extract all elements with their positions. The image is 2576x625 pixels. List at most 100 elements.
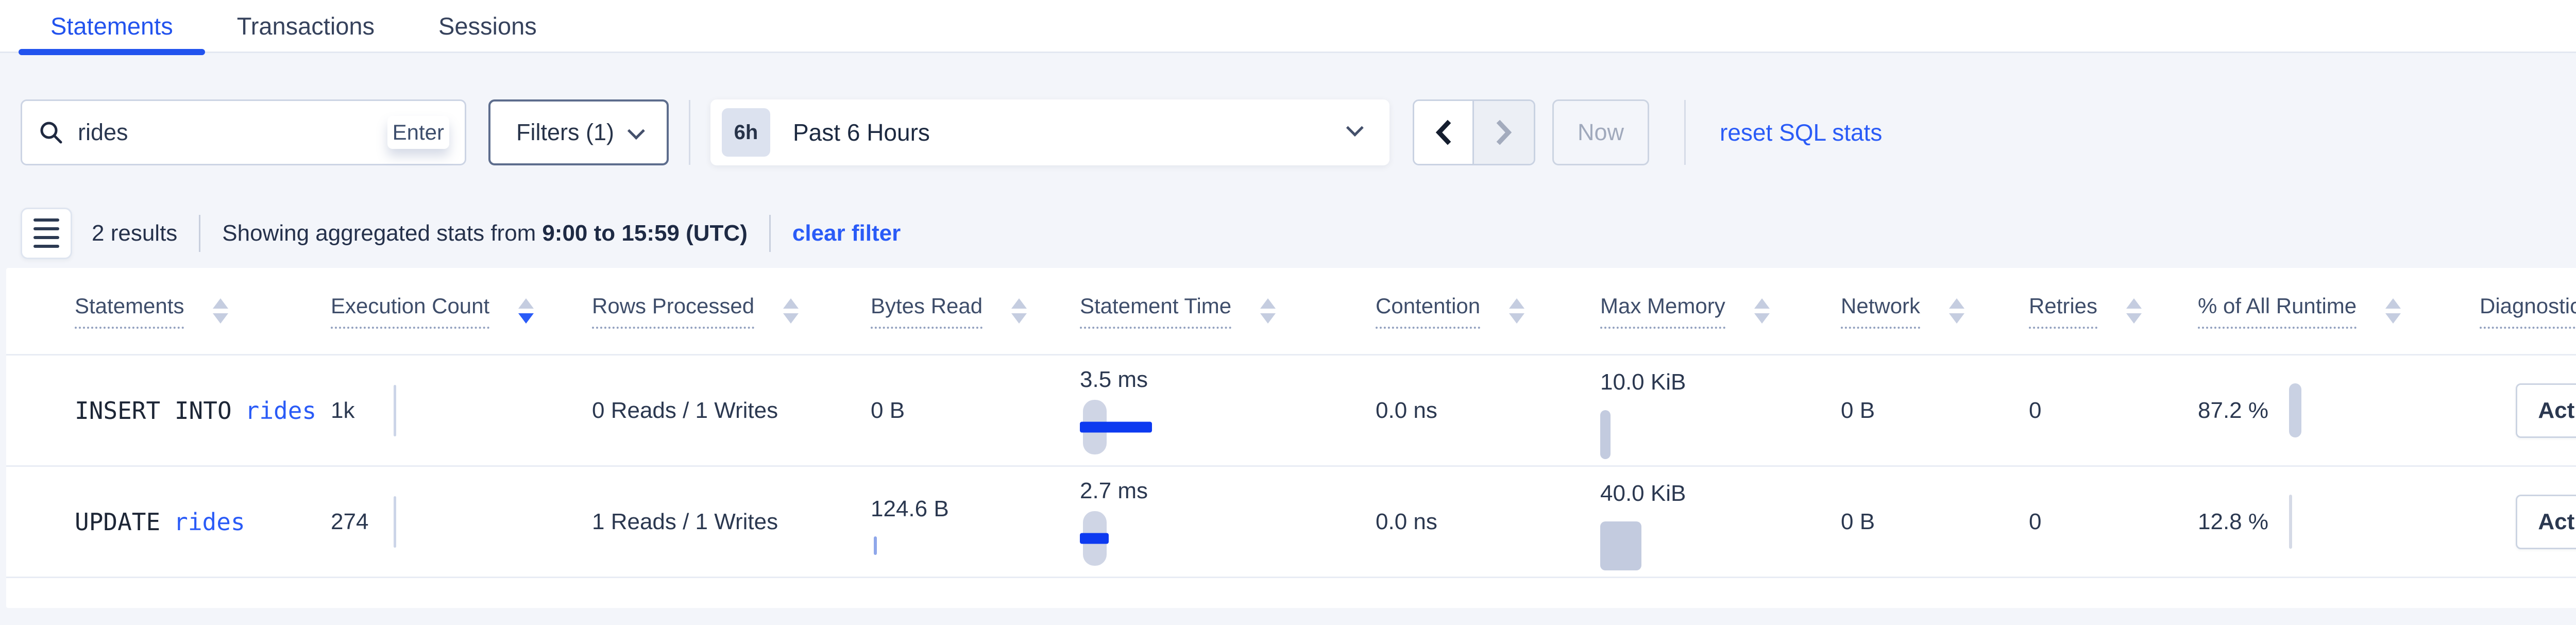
enter-key-hint: Enter	[387, 116, 449, 149]
sort-arrows-icon[interactable]	[518, 298, 534, 324]
filters-button[interactable]: Filters (1)	[488, 99, 669, 165]
rows-processed-value: 1 Reads / 1 Writes	[592, 509, 778, 534]
column-header-label: Statements	[75, 294, 184, 329]
reset-sql-stats-link[interactable]: reset SQL stats	[1720, 119, 1882, 146]
sort-arrows-icon[interactable]	[1754, 298, 1770, 324]
execution-count-bar	[394, 496, 396, 548]
sort-arrows-icon[interactable]	[1949, 298, 1964, 324]
bytes-read-value: 0 B	[871, 390, 905, 431]
column-header[interactable]: Statement Time	[1080, 294, 1376, 329]
column-header[interactable]: Bytes Read	[871, 294, 1080, 329]
max-memory-bar	[1600, 521, 1641, 570]
retries-value: 0	[2029, 398, 2041, 423]
toolbar-divider	[689, 100, 690, 165]
activate-diagnostics-button[interactable]: Activate	[2516, 495, 2576, 549]
cell-statement: UPDATE rides	[75, 508, 331, 536]
bytes-read-value: 124.6 B	[871, 488, 949, 529]
tab[interactable]: Transactions	[205, 0, 406, 52]
cell-contention: 0.0 ns	[1376, 398, 1600, 424]
column-header[interactable]: Execution Count	[331, 294, 592, 329]
column-header-label: Contention	[1376, 294, 1480, 329]
sort-arrows-icon[interactable]	[1509, 298, 1524, 324]
column-header-label: Retries	[2029, 294, 2097, 329]
pct-runtime-value: 87.2 %	[2198, 390, 2268, 431]
pct-runtime-bar	[2289, 383, 2301, 437]
statement-keyword: INSERT INTO	[75, 397, 232, 425]
chevron-down-icon	[1346, 119, 1364, 137]
retries-value: 0	[2029, 509, 2041, 534]
mean-latency-bar	[1080, 533, 1109, 544]
network-value: 0 B	[1841, 509, 1875, 534]
time-range-badge: 6h	[722, 108, 770, 157]
table-body: INSERT INTO rides 1k 0 Reads / 1 Writes 0…	[6, 356, 2576, 578]
table-row[interactable]: UPDATE rides 274 1 Reads / 1 Writes 124.6…	[6, 467, 2576, 578]
column-header-label: Diagnostics	[2480, 294, 2576, 329]
sort-arrows-icon[interactable]	[2385, 298, 2401, 324]
rows-processed-value: 0 Reads / 1 Writes	[592, 398, 778, 423]
cell-diagnostics: Activate	[2480, 495, 2576, 549]
activate-diagnostics-button[interactable]: Activate	[2516, 383, 2576, 438]
sort-arrows-icon[interactable]	[1011, 298, 1027, 324]
cell-execution-count: 274	[331, 509, 592, 535]
cell-pct-runtime: 12.8 %	[2198, 495, 2480, 549]
tab[interactable]: Sessions	[406, 0, 569, 52]
cell-bytes-read: 0 B	[871, 390, 1080, 431]
statement-time-bar	[1080, 511, 1214, 566]
max-memory-bar	[1600, 410, 1611, 459]
cell-statement-time: 3.5 ms	[1080, 367, 1376, 454]
network-value: 0 B	[1841, 398, 1875, 423]
cell-diagnostics: Activate	[2480, 383, 2576, 438]
time-range-dropdown[interactable]: 6h Past 6 Hours	[710, 99, 1389, 165]
sort-arrows-icon[interactable]	[2126, 298, 2142, 324]
divider	[769, 215, 771, 252]
aggregation-summary: Showing aggregated stats from9:00 to 15:…	[222, 221, 748, 246]
column-header[interactable]: Network	[1841, 294, 2029, 329]
cell-rows-processed: 1 Reads / 1 Writes	[592, 509, 871, 535]
column-header-label: % of All Runtime	[2198, 294, 2357, 329]
cell-retries: 0	[2029, 398, 2198, 424]
statement-keyword: UPDATE	[75, 508, 160, 536]
cell-rows-processed: 0 Reads / 1 Writes	[592, 398, 871, 424]
cell-max-memory: 40.0 KiB	[1600, 473, 1841, 570]
sort-arrows-icon[interactable]	[213, 298, 228, 324]
column-header[interactable]: Max Memory	[1600, 294, 1841, 329]
sort-arrows-icon[interactable]	[1260, 298, 1276, 324]
column-header-label: Rows Processed	[592, 294, 754, 329]
cell-statement: INSERT INTO rides	[75, 397, 331, 425]
bytes-read-bar	[874, 536, 877, 555]
column-header-label: Max Memory	[1600, 294, 1725, 329]
tab-label: Sessions	[438, 12, 537, 40]
column-header[interactable]: Rows Processed	[592, 294, 871, 329]
statements-table-card: Statements Execution Count Rows Processe…	[6, 268, 2576, 608]
contention-value: 0.0 ns	[1376, 509, 1437, 534]
statement-table-link[interactable]: rides	[245, 397, 316, 425]
column-selector-button[interactable]	[21, 208, 72, 259]
max-memory-value: 10.0 KiB	[1600, 362, 1686, 402]
statement-table-link[interactable]: rides	[174, 508, 245, 536]
search-input[interactable]	[78, 119, 387, 146]
cell-execution-count: 1k	[331, 398, 592, 424]
tab[interactable]: Statements	[19, 0, 205, 52]
now-button[interactable]: Now	[1552, 99, 1649, 165]
column-header[interactable]: Statements	[75, 294, 331, 329]
results-count: 2 results	[92, 221, 177, 246]
sort-arrows-icon[interactable]	[783, 298, 799, 324]
cell-bytes-read: 124.6 B	[871, 488, 1080, 555]
table-header-row: Statements Execution Count Rows Processe…	[6, 268, 2576, 356]
table-row[interactable]: INSERT INTO rides 1k 0 Reads / 1 Writes 0…	[6, 356, 2576, 467]
column-header[interactable]: Retries	[2029, 294, 2198, 329]
clear-filter-link[interactable]: clear filter	[792, 221, 901, 246]
execution-count-bar	[394, 385, 396, 436]
cell-network: 0 B	[1841, 509, 2029, 535]
execution-count-value: 274	[331, 509, 368, 534]
cell-contention: 0.0 ns	[1376, 509, 1600, 535]
column-header[interactable]: Diagnostics	[2480, 294, 2576, 329]
search-box[interactable]: Enter	[21, 99, 466, 165]
previous-range-button[interactable]	[1414, 101, 1474, 164]
column-header-label: Statement Time	[1080, 294, 1231, 329]
column-header[interactable]: % of All Runtime	[2198, 294, 2480, 329]
column-header[interactable]: Contention	[1376, 294, 1600, 329]
time-range-label: Past 6 Hours	[793, 119, 930, 146]
next-range-button[interactable]	[1474, 101, 1534, 164]
column-header-label: Bytes Read	[871, 294, 982, 329]
